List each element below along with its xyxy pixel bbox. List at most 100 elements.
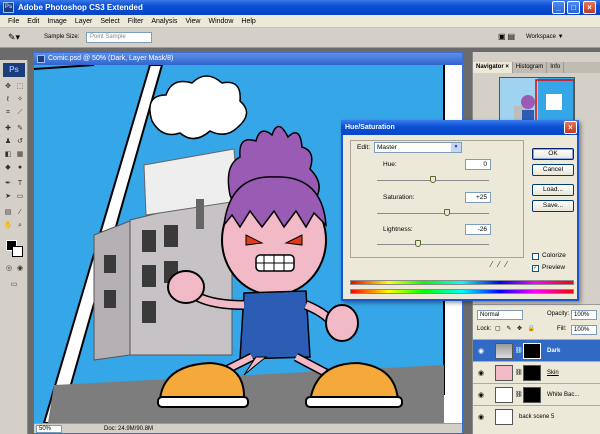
menu-select[interactable]: Select	[96, 15, 123, 27]
app-title: Adobe Photoshop CS3 Extended	[18, 3, 143, 12]
healing-tool-icon[interactable]: ✚	[3, 124, 13, 134]
layer-thumbnail	[495, 343, 513, 359]
lightness-input[interactable]: -26	[465, 224, 491, 235]
eyedropper-tool-icon[interactable]: ⁄	[15, 208, 25, 218]
layer-mask-thumbnail[interactable]	[523, 365, 541, 381]
fill-field[interactable]: 100%	[571, 325, 597, 335]
navigator-tabs: Navigator × Histogram Info	[473, 62, 600, 73]
menu-file[interactable]: File	[4, 15, 23, 27]
dialog-close-icon[interactable]: ×	[564, 121, 577, 134]
menu-view[interactable]: View	[181, 15, 204, 27]
saturation-slider[interactable]	[377, 209, 489, 216]
path-select-icon[interactable]: ➤	[3, 192, 13, 202]
layer-thumbnail	[495, 387, 513, 403]
menu-window[interactable]: Window	[204, 15, 237, 27]
layer-name[interactable]: White Bac...	[547, 392, 579, 398]
document-title-bar: Comic.psd @ 50% (Dark, Layer Mask/8)	[34, 53, 462, 65]
toolbox: Ps ✥ ⬚ ℓ ✧ ⌗ ⟋ ✚ ✎ ♟ ↺ ◧ ▦ ◆ ● ✒ T ➤ ▭ ▤…	[0, 60, 28, 434]
ok-button[interactable]: OK	[532, 148, 574, 160]
menu-edit[interactable]: Edit	[23, 15, 43, 27]
cancel-button[interactable]: Cancel	[532, 164, 574, 176]
edit-channel-value: Master	[377, 144, 397, 151]
quick-mask-icon[interactable]: ◎	[4, 264, 14, 274]
menu-image[interactable]: Image	[43, 15, 70, 27]
zoom-tool-icon[interactable]: ⌕	[15, 221, 25, 231]
visibility-eye-icon[interactable]: ◉	[478, 369, 484, 377]
opacity-field[interactable]: 100%	[571, 310, 597, 320]
layer-name[interactable]: Skin	[547, 370, 559, 376]
preview-checkbox[interactable]: ✓	[532, 265, 539, 272]
photoshop-icon: Ps	[3, 2, 14, 13]
colorize-checkbox[interactable]	[532, 253, 539, 260]
lock-label: Lock:	[477, 326, 492, 332]
layer-row[interactable]: ◉ back scene 5	[473, 405, 600, 427]
dialog-title-bar: Hue/Saturation ×	[341, 120, 579, 135]
layer-row[interactable]: ◉ ⛓ Dark	[473, 339, 600, 361]
visibility-eye-icon[interactable]: ◉	[478, 413, 484, 421]
tab-info[interactable]: Info	[547, 62, 565, 73]
maximize-button[interactable]: □	[567, 1, 580, 14]
hue-slider-knob[interactable]	[430, 176, 436, 183]
layer-thumbnail	[495, 409, 513, 425]
layer-row[interactable]: ◉ ⛓ Skin	[473, 361, 600, 383]
history-brush-icon[interactable]: ↺	[15, 137, 25, 147]
lightness-slider[interactable]	[377, 240, 489, 247]
type-tool-icon[interactable]: T	[15, 179, 25, 189]
layer-mask-thumbnail[interactable]	[523, 343, 541, 359]
lock-icons[interactable]: ▢ ✎ ✥ 🔒	[495, 325, 537, 332]
quick-mask-toggle-icon[interactable]: ◉	[15, 264, 25, 274]
layer-mask-thumbnail[interactable]	[523, 387, 541, 403]
eraser-tool-icon[interactable]: ◧	[3, 150, 13, 160]
edit-channel-select[interactable]: Master ▼	[374, 142, 462, 153]
eyedropper-tool-icon[interactable]: ✎▾	[8, 32, 20, 43]
menu-layer[interactable]: Layer	[71, 15, 97, 27]
edit-label: Edit:	[357, 144, 371, 151]
menu-filter[interactable]: Filter	[124, 15, 148, 27]
magic-wand-icon[interactable]: ✧	[15, 95, 25, 105]
background-color-swatch[interactable]	[12, 246, 23, 257]
lasso-tool-icon[interactable]: ℓ	[3, 95, 13, 105]
blend-mode-select[interactable]: Normal	[477, 310, 523, 320]
menu-help[interactable]: Help	[237, 15, 259, 27]
layer-name[interactable]: Dark	[547, 348, 560, 354]
load-button[interactable]: Load...	[532, 184, 574, 196]
fill-label: Fill:	[557, 326, 567, 332]
crop-tool-icon[interactable]: ⌗	[3, 108, 13, 118]
marquee-tool-icon[interactable]: ⬚	[15, 82, 25, 92]
saturation-slider-knob[interactable]	[444, 209, 450, 216]
slice-tool-icon[interactable]: ⟋	[15, 108, 25, 118]
visibility-eye-icon[interactable]: ◉	[478, 347, 484, 355]
bridge-icon[interactable]: ▣▤	[498, 32, 524, 43]
colorize-label: Colorize	[542, 252, 566, 259]
layer-row[interactable]: ◉ ⛓ White Bac...	[473, 383, 600, 405]
pen-tool-icon[interactable]: ✒	[3, 179, 13, 189]
brush-tool-icon[interactable]: ✎	[15, 124, 25, 134]
close-button[interactable]: ×	[583, 1, 596, 14]
zoom-field[interactable]: 50%	[36, 425, 62, 433]
saturation-input[interactable]: +25	[465, 192, 491, 203]
save-button[interactable]: Save...	[532, 200, 574, 212]
hue-slider[interactable]	[377, 176, 489, 183]
dodge-tool-icon[interactable]: ●	[15, 163, 25, 173]
sample-size-select[interactable]: Point Sample	[86, 32, 152, 43]
menu-bar: File Edit Image Layer Select Filter Anal…	[0, 15, 600, 28]
hue-input[interactable]: 0	[465, 159, 491, 170]
gradient-tool-icon[interactable]: ▦	[15, 150, 25, 160]
screen-mode-icon[interactable]: ▭	[9, 280, 19, 290]
visibility-eye-icon[interactable]: ◉	[478, 391, 484, 399]
menu-analysis[interactable]: Analysis	[147, 15, 181, 27]
hand-tool-icon[interactable]: ✋	[3, 221, 13, 231]
tab-navigator[interactable]: Navigator ×	[473, 62, 513, 73]
tab-histogram[interactable]: Histogram	[513, 62, 548, 73]
shape-tool-icon[interactable]: ▭	[15, 192, 25, 202]
stamp-tool-icon[interactable]: ♟	[3, 137, 13, 147]
eyedropper-icons[interactable]: ⁄⁄⁄	[491, 260, 513, 269]
workspace-menu[interactable]: Workspace ▼	[526, 34, 564, 40]
move-tool-icon[interactable]: ✥	[3, 82, 13, 92]
notes-tool-icon[interactable]: ▤	[3, 208, 13, 218]
minimize-button[interactable]: _	[552, 1, 565, 14]
layer-name[interactable]: back scene 5	[519, 414, 554, 420]
doc-size-info[interactable]: Doc: 24.9M/90.8M	[104, 424, 153, 434]
blur-tool-icon[interactable]: ◆	[3, 163, 13, 173]
hue-label: Hue:	[383, 161, 397, 168]
